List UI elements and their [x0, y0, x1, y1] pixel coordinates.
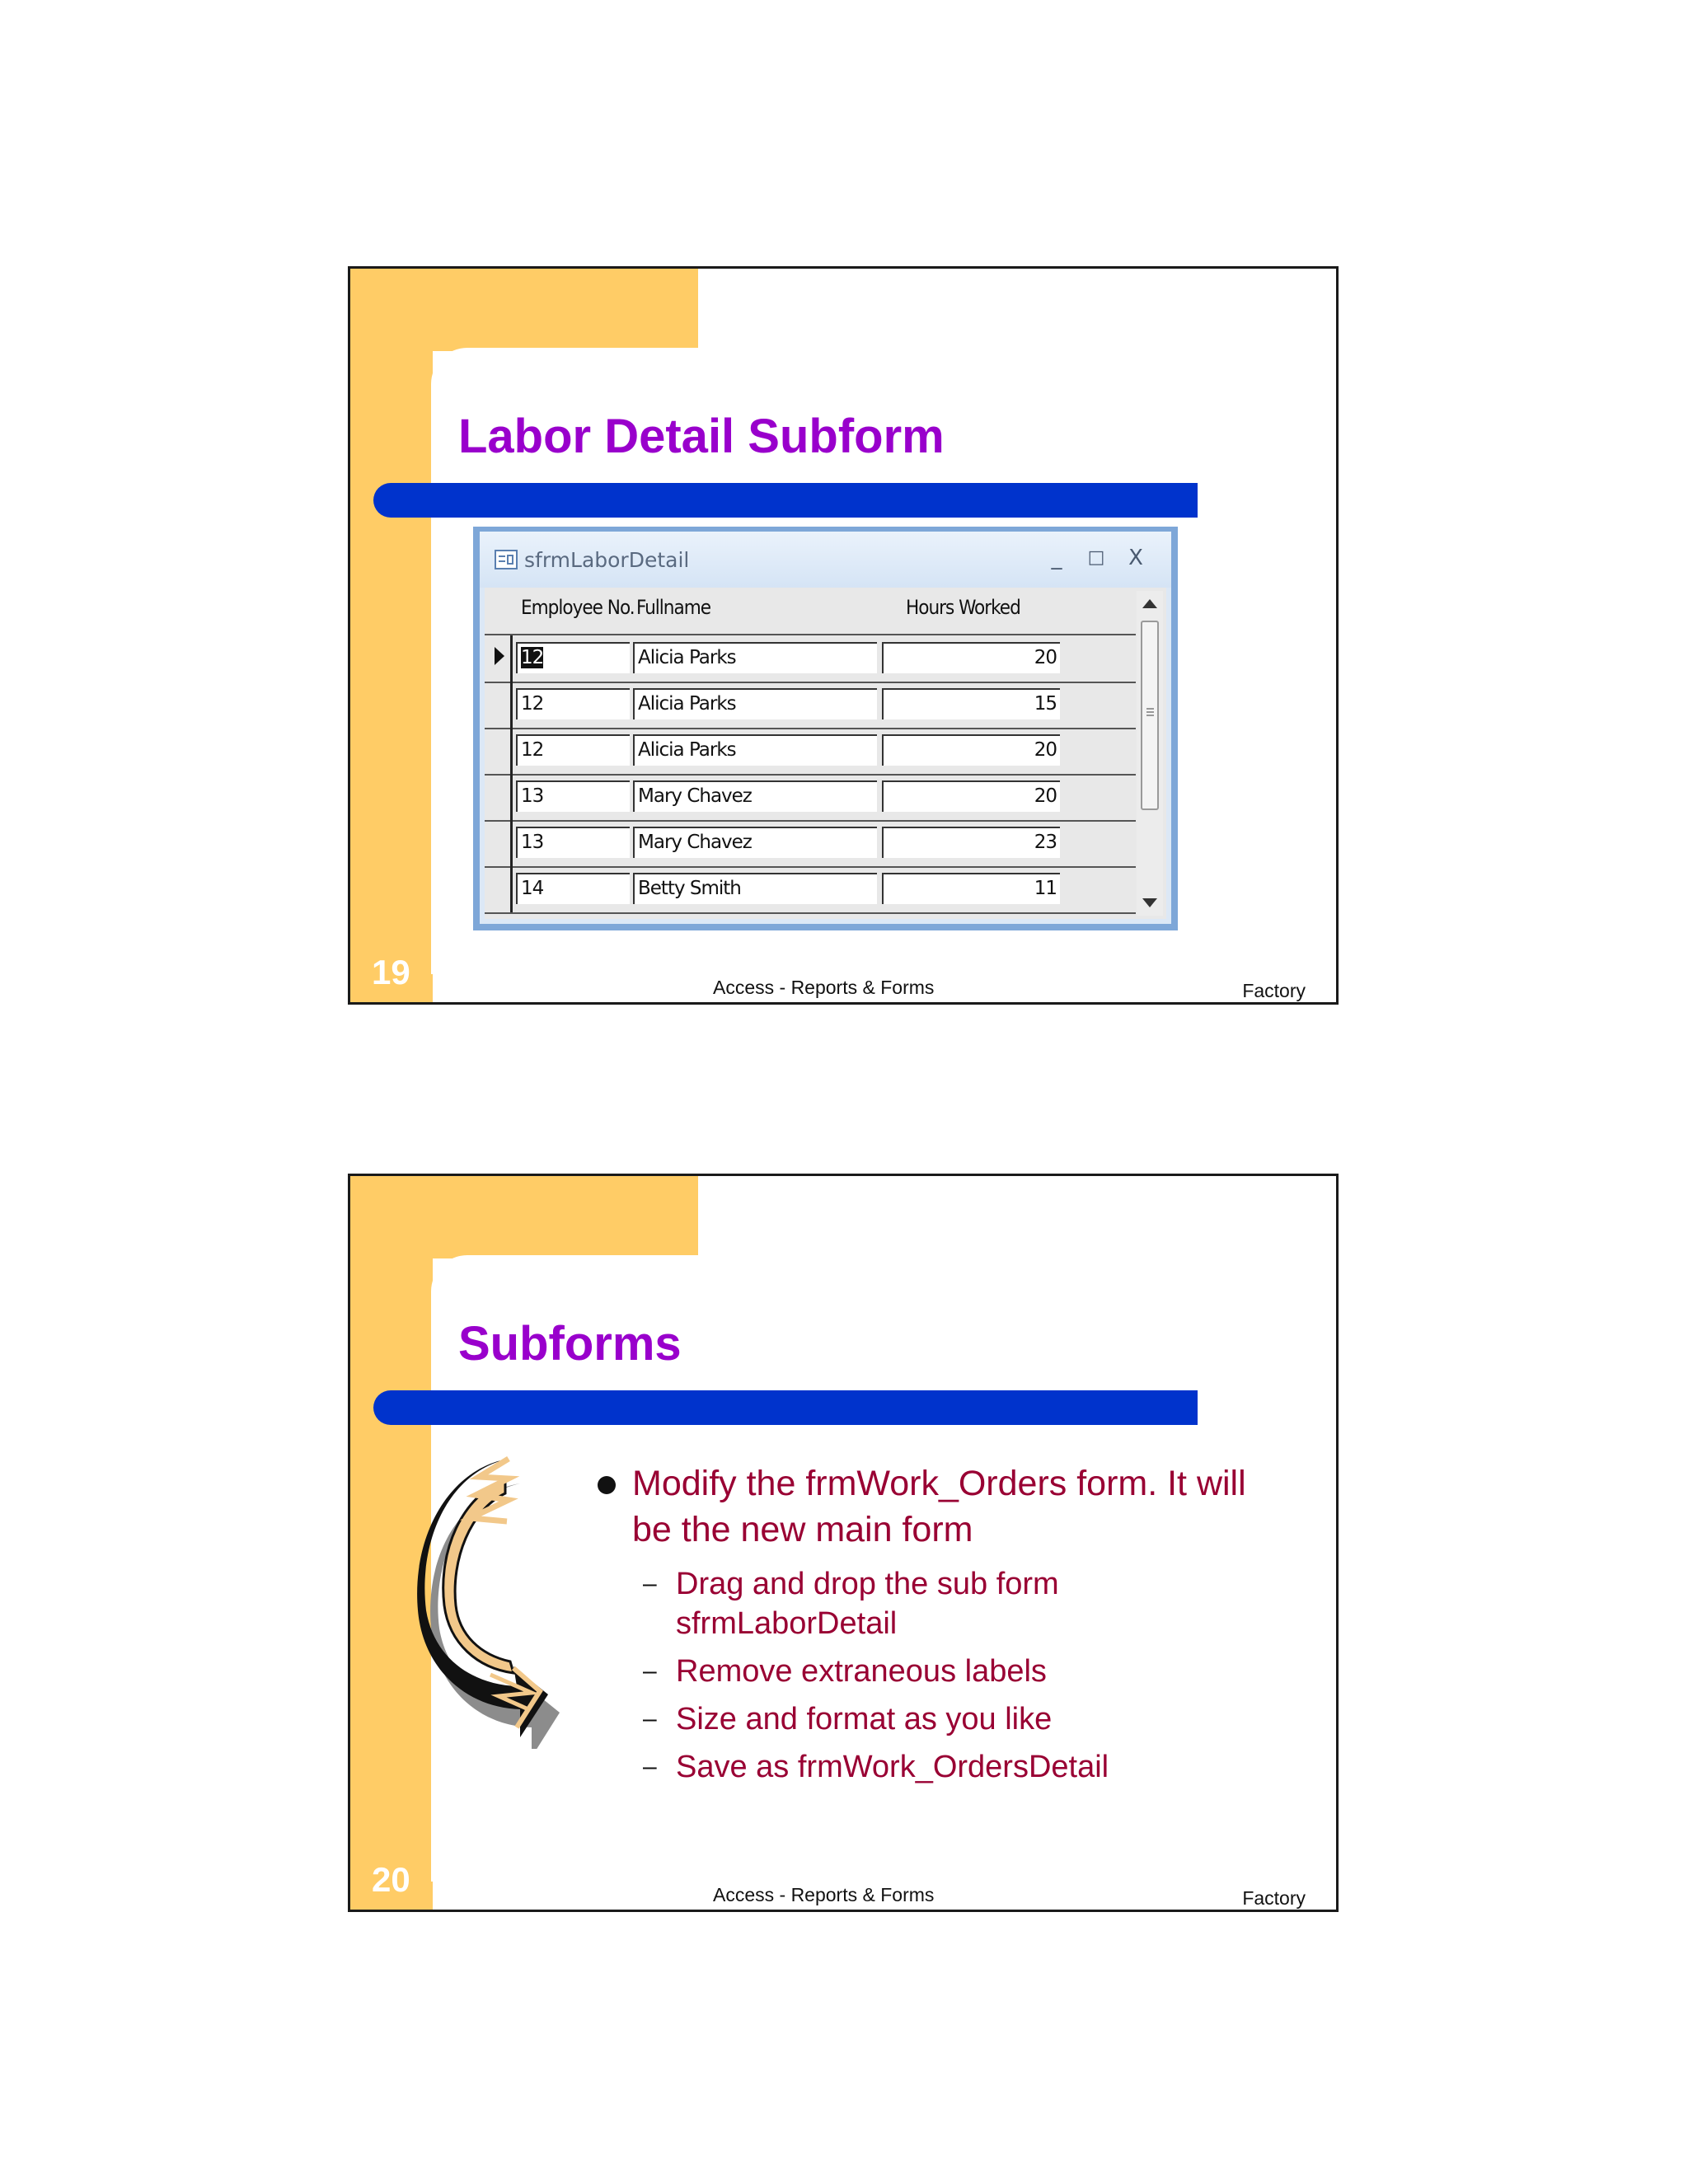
table-row[interactable]: 14 Betty Smith 11 [485, 866, 1136, 914]
dash-icon: – [643, 1657, 657, 1685]
footer-right-text: Factory [1242, 980, 1306, 1001]
column-header-employee-no: Employee No. [521, 596, 635, 619]
bullet-item: Modify the frmWork_Orders form. It will … [598, 1460, 1273, 1553]
hours-cell[interactable]: 20 [882, 642, 1060, 673]
fullname-cell[interactable]: Betty Smith [633, 873, 877, 904]
row-selector[interactable] [485, 682, 513, 728]
sub-bullet-item: – Remove extraneous labels [598, 1652, 1273, 1691]
access-subform-window: sfrmLaborDetail _ □ X Employee No. Fulln… [473, 527, 1178, 930]
footer-text: Access - Reports & Forms [713, 977, 935, 998]
vertical-scrollbar[interactable] [1137, 591, 1163, 916]
slide-19: Labor Detail Subform sfrmLaborDetail _ □… [348, 266, 1339, 1005]
column-header-fullname: Fullname [636, 596, 711, 619]
slide-number: 20 [372, 1860, 410, 1899]
sub-bullet-text: Save as frmWork_OrdersDetail [676, 1750, 1109, 1784]
slide-20: Subforms Modify the frmWork_Orders form.… [348, 1174, 1339, 1912]
dash-icon: – [643, 1705, 657, 1732]
fullname-cell[interactable]: Alicia Parks [633, 688, 877, 719]
sub-bullet-text: Size and format as you like [676, 1702, 1053, 1736]
footer-right-text: Factory [1242, 1887, 1306, 1909]
current-record-arrow-icon [495, 647, 504, 665]
window-title: sfrmLaborDetail [524, 548, 690, 572]
bullet-text: Modify the frmWork_Orders form. It will … [632, 1464, 1246, 1549]
close-button[interactable]: X [1120, 543, 1151, 573]
sub-bullet-text: Drag and drop the sub form sfrmLaborDeta… [676, 1567, 1059, 1641]
row-selector[interactable] [485, 820, 513, 866]
fullname-cell[interactable]: Mary Chavez [633, 780, 877, 812]
row-selector[interactable] [485, 774, 513, 820]
row-selector[interactable] [485, 635, 513, 682]
table-row[interactable]: 13 Mary Chavez 20 [485, 774, 1136, 822]
hours-cell[interactable]: 20 [882, 734, 1060, 766]
scroll-down-arrow-icon[interactable] [1142, 898, 1157, 907]
sub-bullet-list: – Drag and drop the sub form sfrmLaborDe… [598, 1564, 1273, 1787]
column-header-hours-worked: Hours Worked [906, 596, 1021, 619]
table-row[interactable]: 12 Alicia Parks 20 [485, 635, 1136, 683]
sub-bullet-item: – Drag and drop the sub form sfrmLaborDe… [598, 1564, 1273, 1643]
fullname-cell[interactable]: Mary Chavez [633, 827, 877, 858]
employee-no-cell[interactable]: 12 [516, 688, 630, 719]
sub-bullet-item: – Size and format as you like [598, 1699, 1273, 1739]
form-icon [495, 550, 518, 569]
employee-no-cell[interactable]: 12 [516, 642, 630, 673]
sub-bullet-item: – Save as frmWork_OrdersDetail [598, 1747, 1273, 1787]
scroll-thumb[interactable] [1141, 621, 1159, 810]
employee-no-cell[interactable]: 13 [516, 780, 630, 812]
table-row[interactable]: 12 Alicia Parks 20 [485, 728, 1136, 776]
slide-number: 19 [372, 953, 410, 991]
bullet-dot-icon [598, 1476, 616, 1494]
slide-title: Subforms [458, 1317, 682, 1371]
scroll-up-arrow-icon[interactable] [1142, 599, 1157, 608]
maximize-button[interactable]: □ [1081, 543, 1112, 573]
hours-cell[interactable]: 20 [882, 780, 1060, 812]
employee-no-cell[interactable]: 13 [516, 827, 630, 858]
fullname-cell[interactable]: Alicia Parks [633, 642, 877, 673]
employee-no-cell[interactable]: 12 [516, 734, 630, 766]
dash-icon: – [643, 1753, 657, 1780]
dash-icon: – [643, 1570, 657, 1597]
minimize-button[interactable]: _ [1041, 543, 1072, 573]
bullet-list: Modify the frmWork_Orders form. It will … [598, 1460, 1273, 1795]
title-underline-bar [373, 483, 1198, 518]
hours-cell[interactable]: 23 [882, 827, 1060, 858]
table-row[interactable]: 12 Alicia Parks 15 [485, 682, 1136, 729]
fullname-cell[interactable]: Alicia Parks [633, 734, 877, 766]
employee-no-cell[interactable]: 14 [516, 873, 630, 904]
decor-left-band [350, 269, 433, 1002]
window-titlebar[interactable]: sfrmLaborDetail _ □ X [480, 532, 1171, 588]
table-row[interactable]: 13 Mary Chavez 23 [485, 820, 1136, 868]
footer-text: Access - Reports & Forms [713, 1884, 935, 1905]
title-underline-bar [373, 1390, 1198, 1425]
hours-cell[interactable]: 11 [882, 873, 1060, 904]
sub-bullet-text: Remove extraneous labels [676, 1654, 1047, 1689]
row-selector[interactable] [485, 728, 513, 774]
datasheet-grid: Employee No. Fullname Hours Worked 12 Al… [485, 588, 1166, 919]
slide-title: Labor Detail Subform [458, 410, 945, 463]
hours-cell[interactable]: 15 [882, 688, 1060, 719]
curved-arrow-clipart-icon [417, 1456, 560, 1749]
row-selector[interactable] [485, 866, 513, 912]
